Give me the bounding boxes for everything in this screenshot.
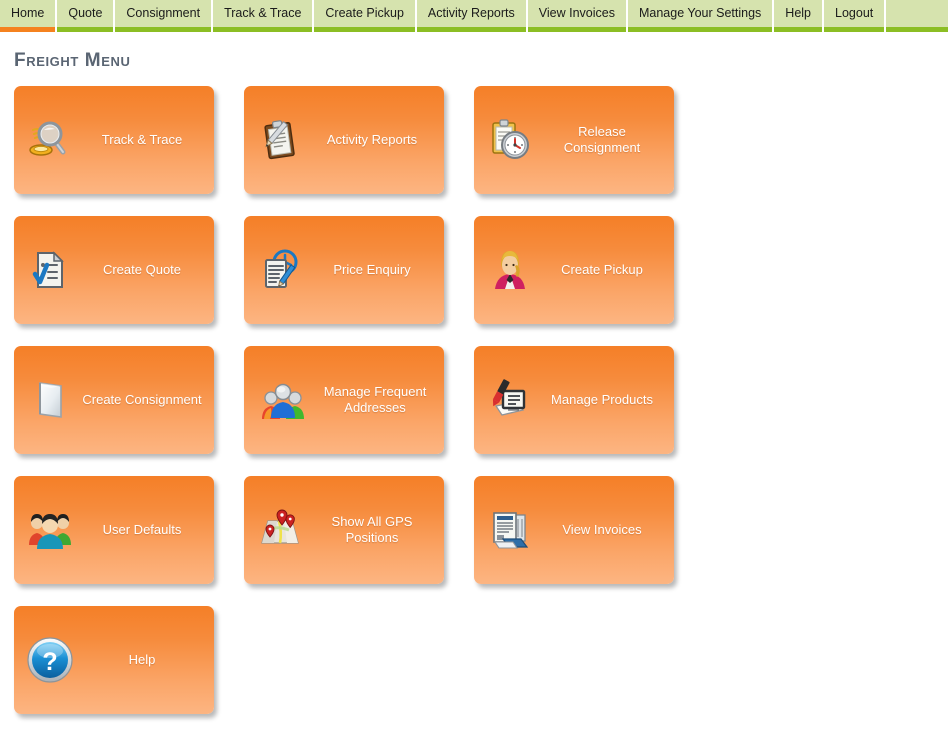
nav-tab-label: Quote <box>68 6 103 21</box>
tile-track-and-trace[interactable]: Track & Trace <box>14 86 214 194</box>
nav-tab-label: Track & Trace <box>224 6 302 21</box>
nav-tab-label: View Invoices <box>538 6 615 21</box>
users-icon <box>24 504 76 556</box>
nav-tab-help[interactable]: Help <box>774 0 825 32</box>
tile-label: Help <box>128 652 156 667</box>
nav-tab-quote[interactable]: Quote <box>57 0 116 32</box>
documents-pen-icon <box>484 374 536 426</box>
nav-tab-label: Manage Your Settings <box>638 6 762 21</box>
tile-label: Create Consignment <box>82 392 202 407</box>
map-pins-icon <box>254 504 306 556</box>
nav-empty-filler <box>886 0 948 32</box>
nav-tab-logout[interactable]: Logout <box>824 0 887 32</box>
nav-tab-label: Consignment <box>126 6 201 21</box>
nav-tab-home[interactable]: Home <box>0 0 58 32</box>
tile-label: View Invoices <box>562 522 642 537</box>
nav-tab-label: Help <box>785 6 812 21</box>
tile-create-pickup[interactable]: Create Pickup <box>474 216 674 324</box>
nav-tab-label: Create Pickup <box>325 6 404 21</box>
tile-release-consignment[interactable]: Release Consignment <box>474 86 674 194</box>
tile-view-invoices[interactable]: View Invoices <box>474 476 674 584</box>
tile-label: Show All GPS Positions <box>331 514 413 545</box>
main-navigation-bar: Home Quote Consignment Track & Trace Cre… <box>0 0 948 32</box>
tile-show-all-gps-positions[interactable]: Show All GPS Positions <box>244 476 444 584</box>
question-circle-icon: ? <box>24 634 76 686</box>
tile-manage-frequent-addresses[interactable]: Manage Frequent Addresses <box>244 346 444 454</box>
document-check-icon <box>24 244 76 296</box>
tile-label: Manage Products <box>551 392 653 407</box>
nav-tab-view-invoices[interactable]: View Invoices <box>527 0 628 32</box>
tile-label: Price Enquiry <box>333 262 411 277</box>
tile-label: Release Consignment <box>563 124 641 155</box>
nav-tab-label: Activity Reports <box>427 6 515 21</box>
nav-tab-create-pickup[interactable]: Create Pickup <box>314 0 417 32</box>
freight-menu-tile-grid: Track & Trace Activity Reports Release C… <box>14 86 714 736</box>
tile-label: Create Pickup <box>561 262 643 277</box>
nav-tab-manage-your-settings[interactable]: Manage Your Settings <box>627 0 775 32</box>
magnifier-icon <box>24 114 76 166</box>
tile-create-consignment[interactable]: Create Consignment <box>14 346 214 454</box>
nav-tab-consignment[interactable]: Consignment <box>115 0 214 32</box>
page-body: Freight Menu Track & Trace Activity Repo… <box>0 32 948 736</box>
tile-user-defaults[interactable]: User Defaults <box>14 476 214 584</box>
tile-label: User Defaults <box>102 522 182 537</box>
tile-create-quote[interactable]: Create Quote <box>14 216 214 324</box>
tile-label: Manage Frequent Addresses <box>323 384 427 415</box>
people-group-icon <box>254 374 312 426</box>
tile-label: Activity Reports <box>326 132 418 147</box>
nav-tab-track-and-trace[interactable]: Track & Trace <box>213 0 315 32</box>
clipboard-clock-icon <box>484 114 536 166</box>
clipboard-pencil-icon <box>254 114 306 166</box>
tile-manage-products[interactable]: Manage Products <box>474 346 674 454</box>
nav-tab-label: Home <box>11 6 45 21</box>
tile-help[interactable]: ? Help <box>14 606 214 714</box>
tile-activity-reports[interactable]: Activity Reports <box>244 86 444 194</box>
person-icon <box>484 244 536 296</box>
blank-page-icon <box>24 374 76 426</box>
svg-text:?: ? <box>42 648 57 676</box>
tile-price-enquiry[interactable]: Price Enquiry <box>244 216 444 324</box>
tile-label: Track & Trace <box>101 132 183 147</box>
invoice-stack-icon <box>484 504 536 556</box>
nav-tab-label: Logout <box>835 6 874 21</box>
nav-tab-activity-reports[interactable]: Activity Reports <box>416 0 528 32</box>
document-clock-pencil-icon <box>254 244 306 296</box>
tile-label: Create Quote <box>102 262 182 277</box>
page-title: Freight Menu <box>14 50 131 71</box>
